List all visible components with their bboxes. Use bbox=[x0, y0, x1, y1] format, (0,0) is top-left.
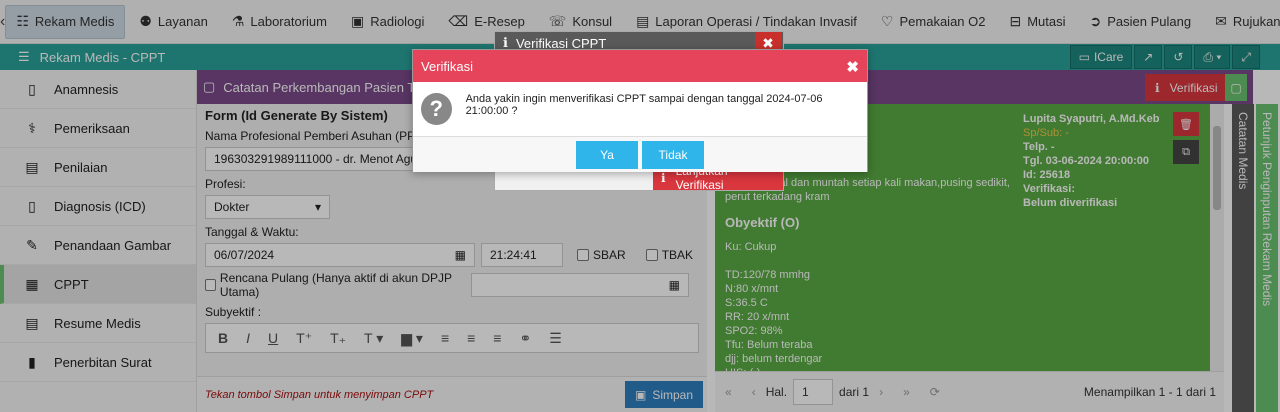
info-icon: ℹ bbox=[661, 171, 666, 185]
no-button[interactable]: Tidak bbox=[642, 140, 704, 169]
question-icon: ? bbox=[421, 93, 452, 125]
confirm-title: Verifikasi bbox=[421, 58, 474, 74]
confirm-message: Anda yakin ingin menverifikasi CPPT samp… bbox=[465, 93, 823, 117]
yes-button[interactable]: Ya bbox=[576, 140, 638, 169]
confirm-dialog: Verifikasi ✖ ? Anda yakin ingin menverifi… bbox=[412, 49, 868, 172]
close-icon[interactable]: ✖ bbox=[846, 58, 859, 76]
